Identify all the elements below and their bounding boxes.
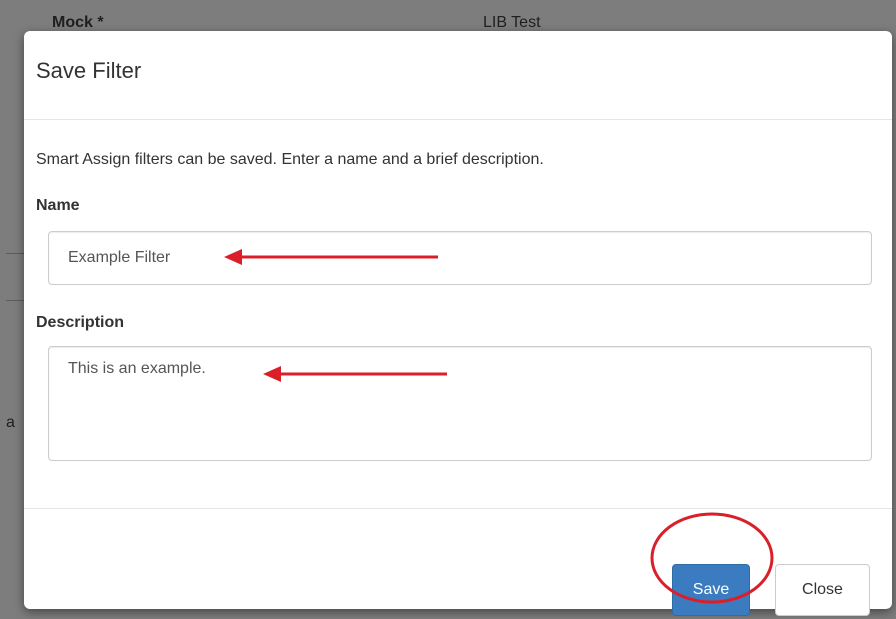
dialog-description: Smart Assign filters can be saved. Enter… [36,151,544,168]
background-column-header: LIB Test [483,14,541,31]
save-filter-dialog: Save Filter Smart Assign filters can be … [24,31,892,616]
background-divider [6,300,26,301]
name-label: Name [36,197,80,214]
close-button[interactable]: Close [775,564,870,616]
description-label: Description [36,314,125,331]
save-button[interactable]: Save [672,564,750,616]
dialog-header: Save Filter [24,31,892,120]
background-text-fragment: a [6,414,15,431]
name-input[interactable]: Example Filter [48,231,872,285]
background-divider [6,253,26,254]
dialog-footer: Save Close [24,508,892,616]
dialog-title: Save Filter [36,58,142,83]
background-column-header: Mock * [52,14,104,31]
description-textarea[interactable]: This is an example. [48,346,872,461]
